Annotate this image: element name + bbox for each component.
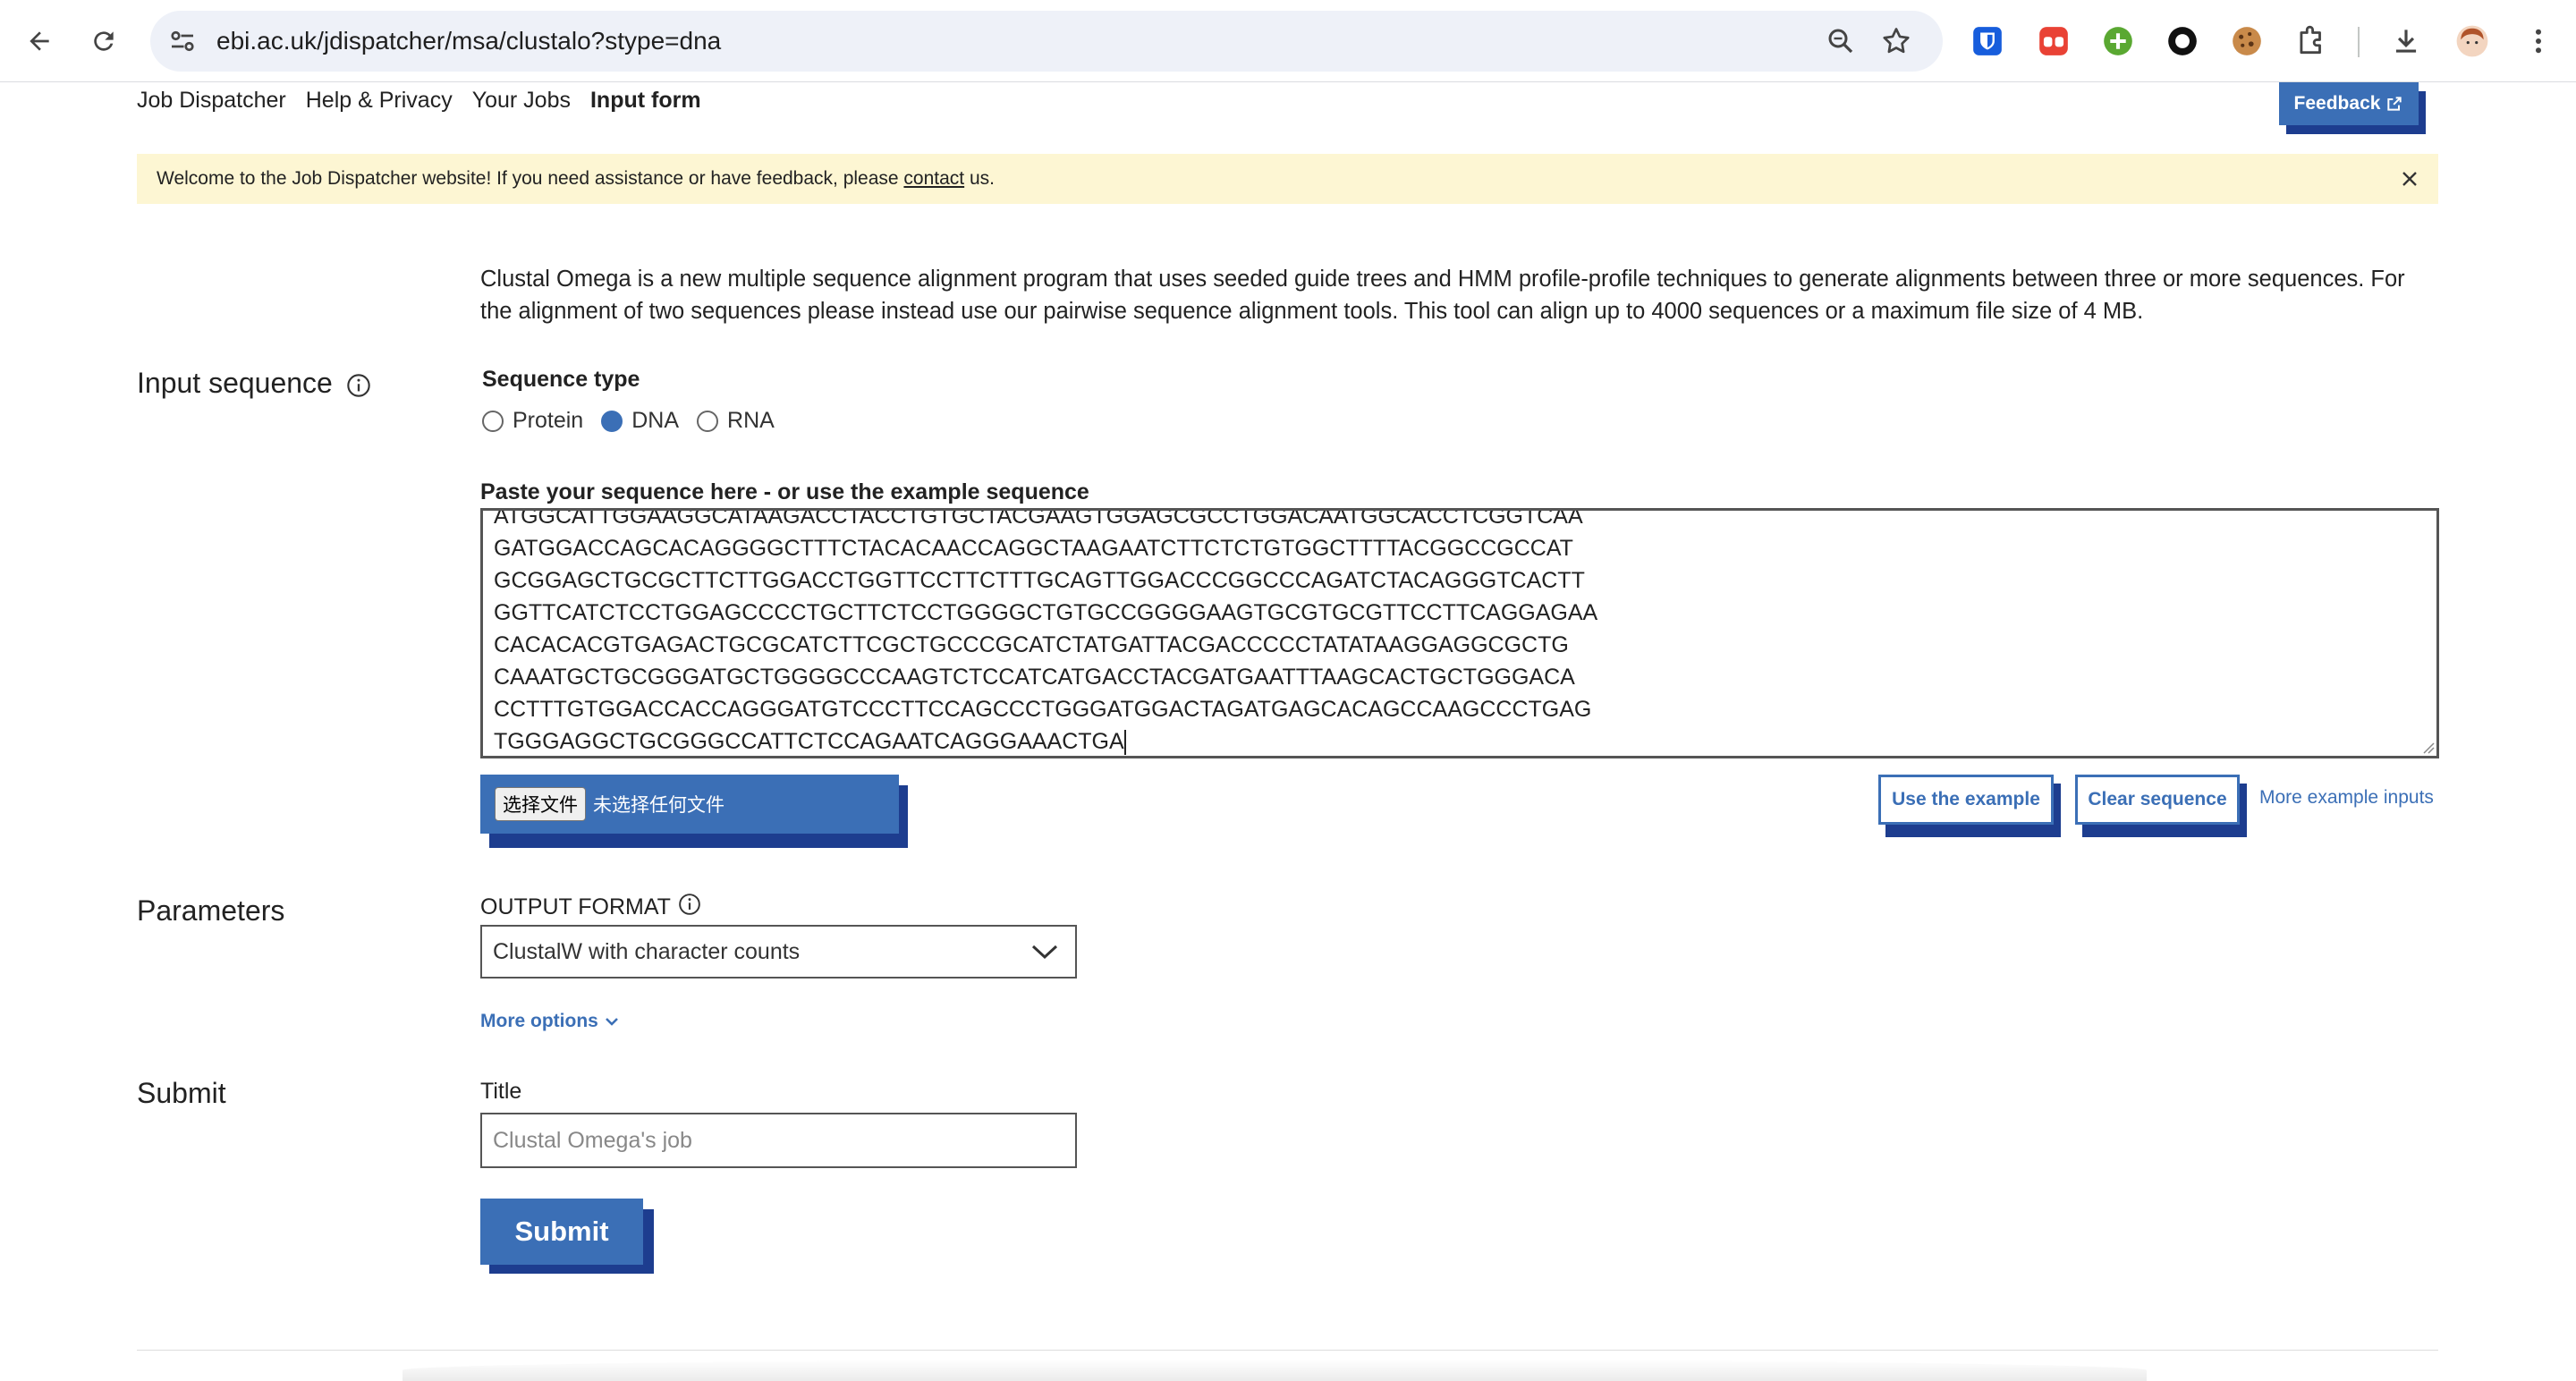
extensions-puzzle-icon[interactable] [2292,21,2331,61]
submit-heading: Submit [137,1077,226,1109]
more-example-inputs-link[interactable]: More example inputs [2259,787,2434,809]
output-format-value: ClustalW with character counts [493,939,801,964]
radio-circle[interactable] [482,410,504,432]
parameters-heading: Parameters [137,894,285,927]
clear-sequence-button[interactable]: Clear sequence [2075,775,2240,825]
banner-message: Welcome to the Job Dispatcher website! I… [157,154,995,204]
arrow-left-icon [30,31,49,51]
back-button[interactable] [18,20,61,63]
feedback-button-wrap: Feedback [2279,82,2426,134]
sequence-line: CCTTTGTGGACCACCAGGGATGTCCCTTCCAGCCCTGGGA… [494,697,1592,722]
radio-dna[interactable]: DNA [601,408,679,434]
info-icon[interactable] [678,893,701,916]
sequence-line-last: TGGGAGGCTGCGGGCCATTCTCCAGAATCAGGGAAACTGA [494,725,1597,756]
no-file-chosen-text: 未选择任何文件 [593,794,724,816]
nav-help-privacy[interactable]: Help & Privacy [306,88,453,114]
file-upload-input[interactable]: 选择文件 未选择任何文件 [480,775,899,834]
radio-protein[interactable]: Protein [482,408,583,434]
footer-divider [137,1350,2438,1351]
job-title-input[interactable] [480,1113,1077,1168]
sequence-type-radio-group: Protein DNA RNA [482,408,775,434]
download-icon[interactable] [2386,21,2426,61]
sequence-line: ATGGCATTGGAAGGCATAAGACCTACCTGTGCTACGAAGT… [494,508,1583,529]
site-settings-icon[interactable] [166,25,199,57]
paste-sequence-label: Paste your sequence here - or use the ex… [480,479,1089,504]
sequence-line: GATGGACCAGCACAGGGGCTTTCTACACAACCAGGCTAAG… [494,536,1573,561]
bookmark-star-icon[interactable] [1880,25,1912,57]
chevron-down-icon [1031,945,1058,960]
chevron-down-icon [605,1018,618,1026]
output-format-label: OUTPUT FORMAT [480,893,701,920]
sequence-text: ATGGCATTGGAAGGCATAAGACCTACCTGTGCTACGAAGT… [494,508,1598,756]
browser-menu-icon[interactable] [2519,21,2558,61]
red-extension-icon[interactable] [2034,21,2073,61]
use-example-wrap: Use the example [1878,775,2061,837]
radio-label: RNA [727,408,775,433]
submit-button[interactable]: Submit [480,1199,643,1265]
output-format-label-text: OUTPUT FORMAT [480,894,671,919]
banner-text: Welcome to the Job Dispatcher website! I… [157,168,904,189]
submit-button-wrap: Submit [480,1199,654,1274]
resize-grip-icon[interactable] [2419,738,2435,754]
green-plus-extension-icon[interactable] [2098,21,2138,61]
radio-circle-selected[interactable] [601,410,623,432]
sequence-line: CAAATGCTGCGGGATGCTGGGGCCCAAGTCTCCATCATGA… [494,665,1575,690]
more-options-toggle[interactable]: More options [480,1011,620,1032]
sequence-type-label: Sequence type [482,367,640,392]
sequence-line: CACACACGTGAGACTGCGCATCTTCGCTGCCCGCATCTAT… [494,632,1569,657]
heading-text: Input sequence [137,367,333,399]
url-text: ebi.ac.uk/jdispatcher/msa/clustalo?stype… [216,27,722,55]
description-line: the alignment of two sequences please in… [480,299,2144,324]
reload-icon [94,31,114,51]
sequence-line: GCGGAGCTGCGCTTCTTGGACCTGGTTCCTTCTTTGCAGT… [494,568,1585,593]
footer-shadow [402,1360,2147,1381]
sequence-textarea[interactable]: ATGGCATTGGAAGGCATAAGACCTACCTGTGCTACGAAGT… [480,508,2439,758]
reload-button[interactable] [82,20,125,63]
description-line: Clustal Omega is a new multiple sequence… [480,267,2405,292]
text-caret [1123,730,1126,756]
close-icon[interactable] [2397,166,2422,191]
file-upload-wrap: 选择文件 未选择任何文件 [480,775,908,848]
feedback-button[interactable]: Feedback [2279,82,2419,125]
use-example-button[interactable]: Use the example [1878,775,2054,825]
address-bar[interactable]: ebi.ac.uk/jdispatcher/msa/clustalo?stype… [150,11,1943,72]
feedback-label: Feedback [2293,93,2381,114]
circle-extension-icon[interactable] [2163,21,2202,61]
welcome-banner: Welcome to the Job Dispatcher website! I… [137,154,2438,204]
radio-rna[interactable]: RNA [697,408,775,434]
radio-circle[interactable] [697,410,719,432]
nav-your-jobs[interactable]: Your Jobs [472,88,571,114]
external-link-icon [2387,97,2402,111]
banner-text-end: us. [964,168,995,189]
job-dispatcher-nav: Job Dispatcher Help & Privacy Your Jobs … [137,82,701,118]
radio-label: DNA [631,408,680,433]
toolbar-divider [2358,27,2360,57]
choose-file-button[interactable]: 选择文件 [495,787,586,821]
contact-link[interactable]: contact [903,168,964,189]
title-label: Title [480,1079,522,1104]
sequence-line-text: TGGGAGGCTGCGGGCCATTCTCCAGAATCAGGGAAACTGA [494,729,1124,754]
nav-job-dispatcher[interactable]: Job Dispatcher [137,88,286,114]
profile-avatar-icon[interactable] [2453,21,2492,61]
output-format-select[interactable]: ClustalW with character counts [480,925,1077,979]
browser-toolbar: ebi.ac.uk/jdispatcher/msa/clustalo?stype… [0,0,2576,82]
info-icon[interactable] [346,373,371,398]
bitwarden-extension-icon[interactable] [1968,21,2007,61]
clear-sequence-wrap: Clear sequence [2075,775,2247,837]
nav-input-form[interactable]: Input form [590,88,701,114]
input-sequence-heading: Input sequence [137,367,371,400]
radio-label: Protein [513,408,584,433]
zoom-icon[interactable] [1825,25,1857,57]
more-options-label: More options [480,1011,598,1031]
sequence-line: GGTTCATCTCCTGGAGCCCCTGCTTCTCCTGGGGCTGTGC… [494,600,1598,625]
cookie-extension-icon[interactable] [2227,21,2267,61]
tool-description: Clustal Omega is a new multiple sequence… [480,263,2439,327]
